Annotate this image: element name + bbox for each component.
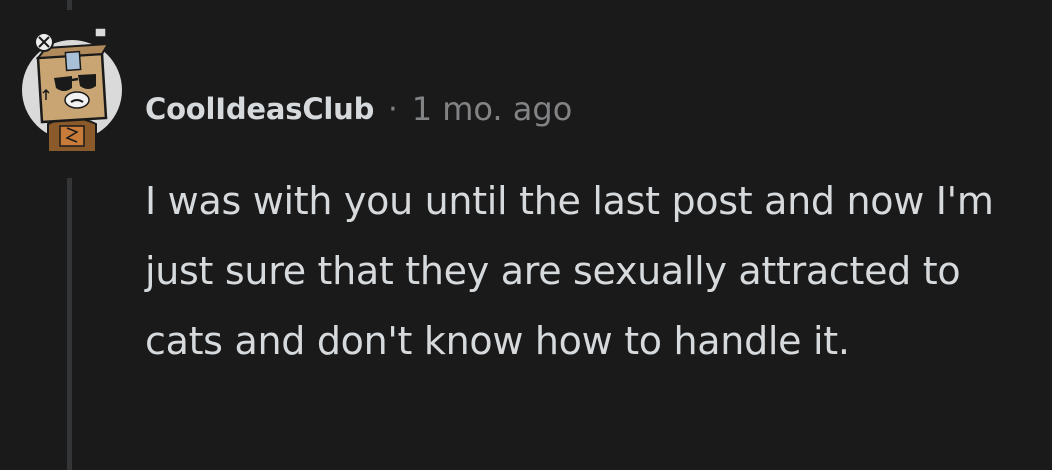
username-link[interactable]: CoolIdeasClub xyxy=(145,92,374,126)
thread-line[interactable] xyxy=(67,178,72,470)
box-head-snoo-avatar-icon xyxy=(22,28,122,152)
comment-text: I was with you until the last post and n… xyxy=(145,179,994,363)
comment-timestamp[interactable]: 1 mo. ago xyxy=(412,90,573,128)
thread-line-parent[interactable] xyxy=(67,0,72,10)
comment-body: I was with you until the last post and n… xyxy=(145,166,1035,376)
meta-separator: · xyxy=(388,91,398,127)
comment-meta: CoolIdeasClub · 1 mo. ago xyxy=(145,84,572,134)
avatar[interactable] xyxy=(22,28,122,152)
